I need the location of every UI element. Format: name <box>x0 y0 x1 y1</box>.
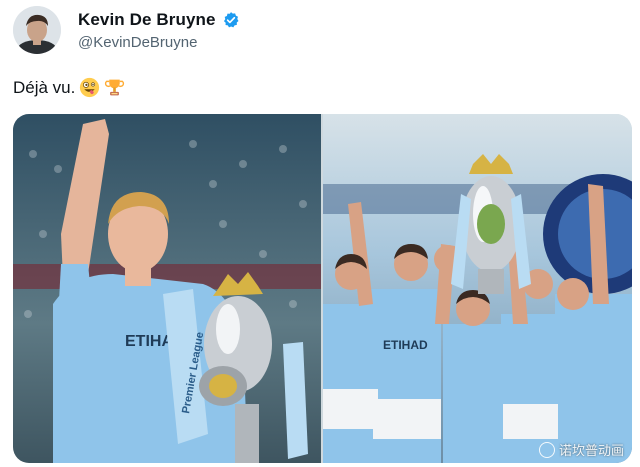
verified-badge-icon <box>223 12 239 28</box>
trophy-emoji-icon <box>105 79 125 96</box>
jersey-text-2: ETIHAD <box>383 338 428 352</box>
watermark: 诺坎普动画 <box>538 440 624 459</box>
tweet-text: Déjà vu. <box>13 77 125 98</box>
player-trophy-photo-icon: ETIHAD Premier League <box>13 114 321 463</box>
watermark-text: 诺坎普动画 <box>558 443 624 458</box>
avatar[interactable] <box>13 6 61 54</box>
display-name[interactable]: Kevin De Bruyne <box>78 10 216 30</box>
team-celebration-photo-icon: ETIHAD <box>323 114 632 463</box>
handle[interactable]: @KevinDeBruyne <box>78 34 197 51</box>
author-name-row: Kevin De Bruyne <box>78 10 240 30</box>
photo-1[interactable]: ETIHAD Premier League <box>13 114 321 463</box>
tweet-card: Kevin De Bruyne @KevinDeBruyne Déjà vu. <box>0 0 640 467</box>
watermark-logo-icon <box>538 441 555 458</box>
tweet-media: ETIHAD Premier League ETIHAD 诺坎普动画 <box>13 114 632 463</box>
zany-face-emoji-icon <box>80 77 100 98</box>
photo-2[interactable]: ETIHAD 诺坎普动画 <box>323 114 632 463</box>
profile-photo-icon <box>13 6 61 54</box>
tweet-body: Déjà vu. <box>13 77 76 97</box>
